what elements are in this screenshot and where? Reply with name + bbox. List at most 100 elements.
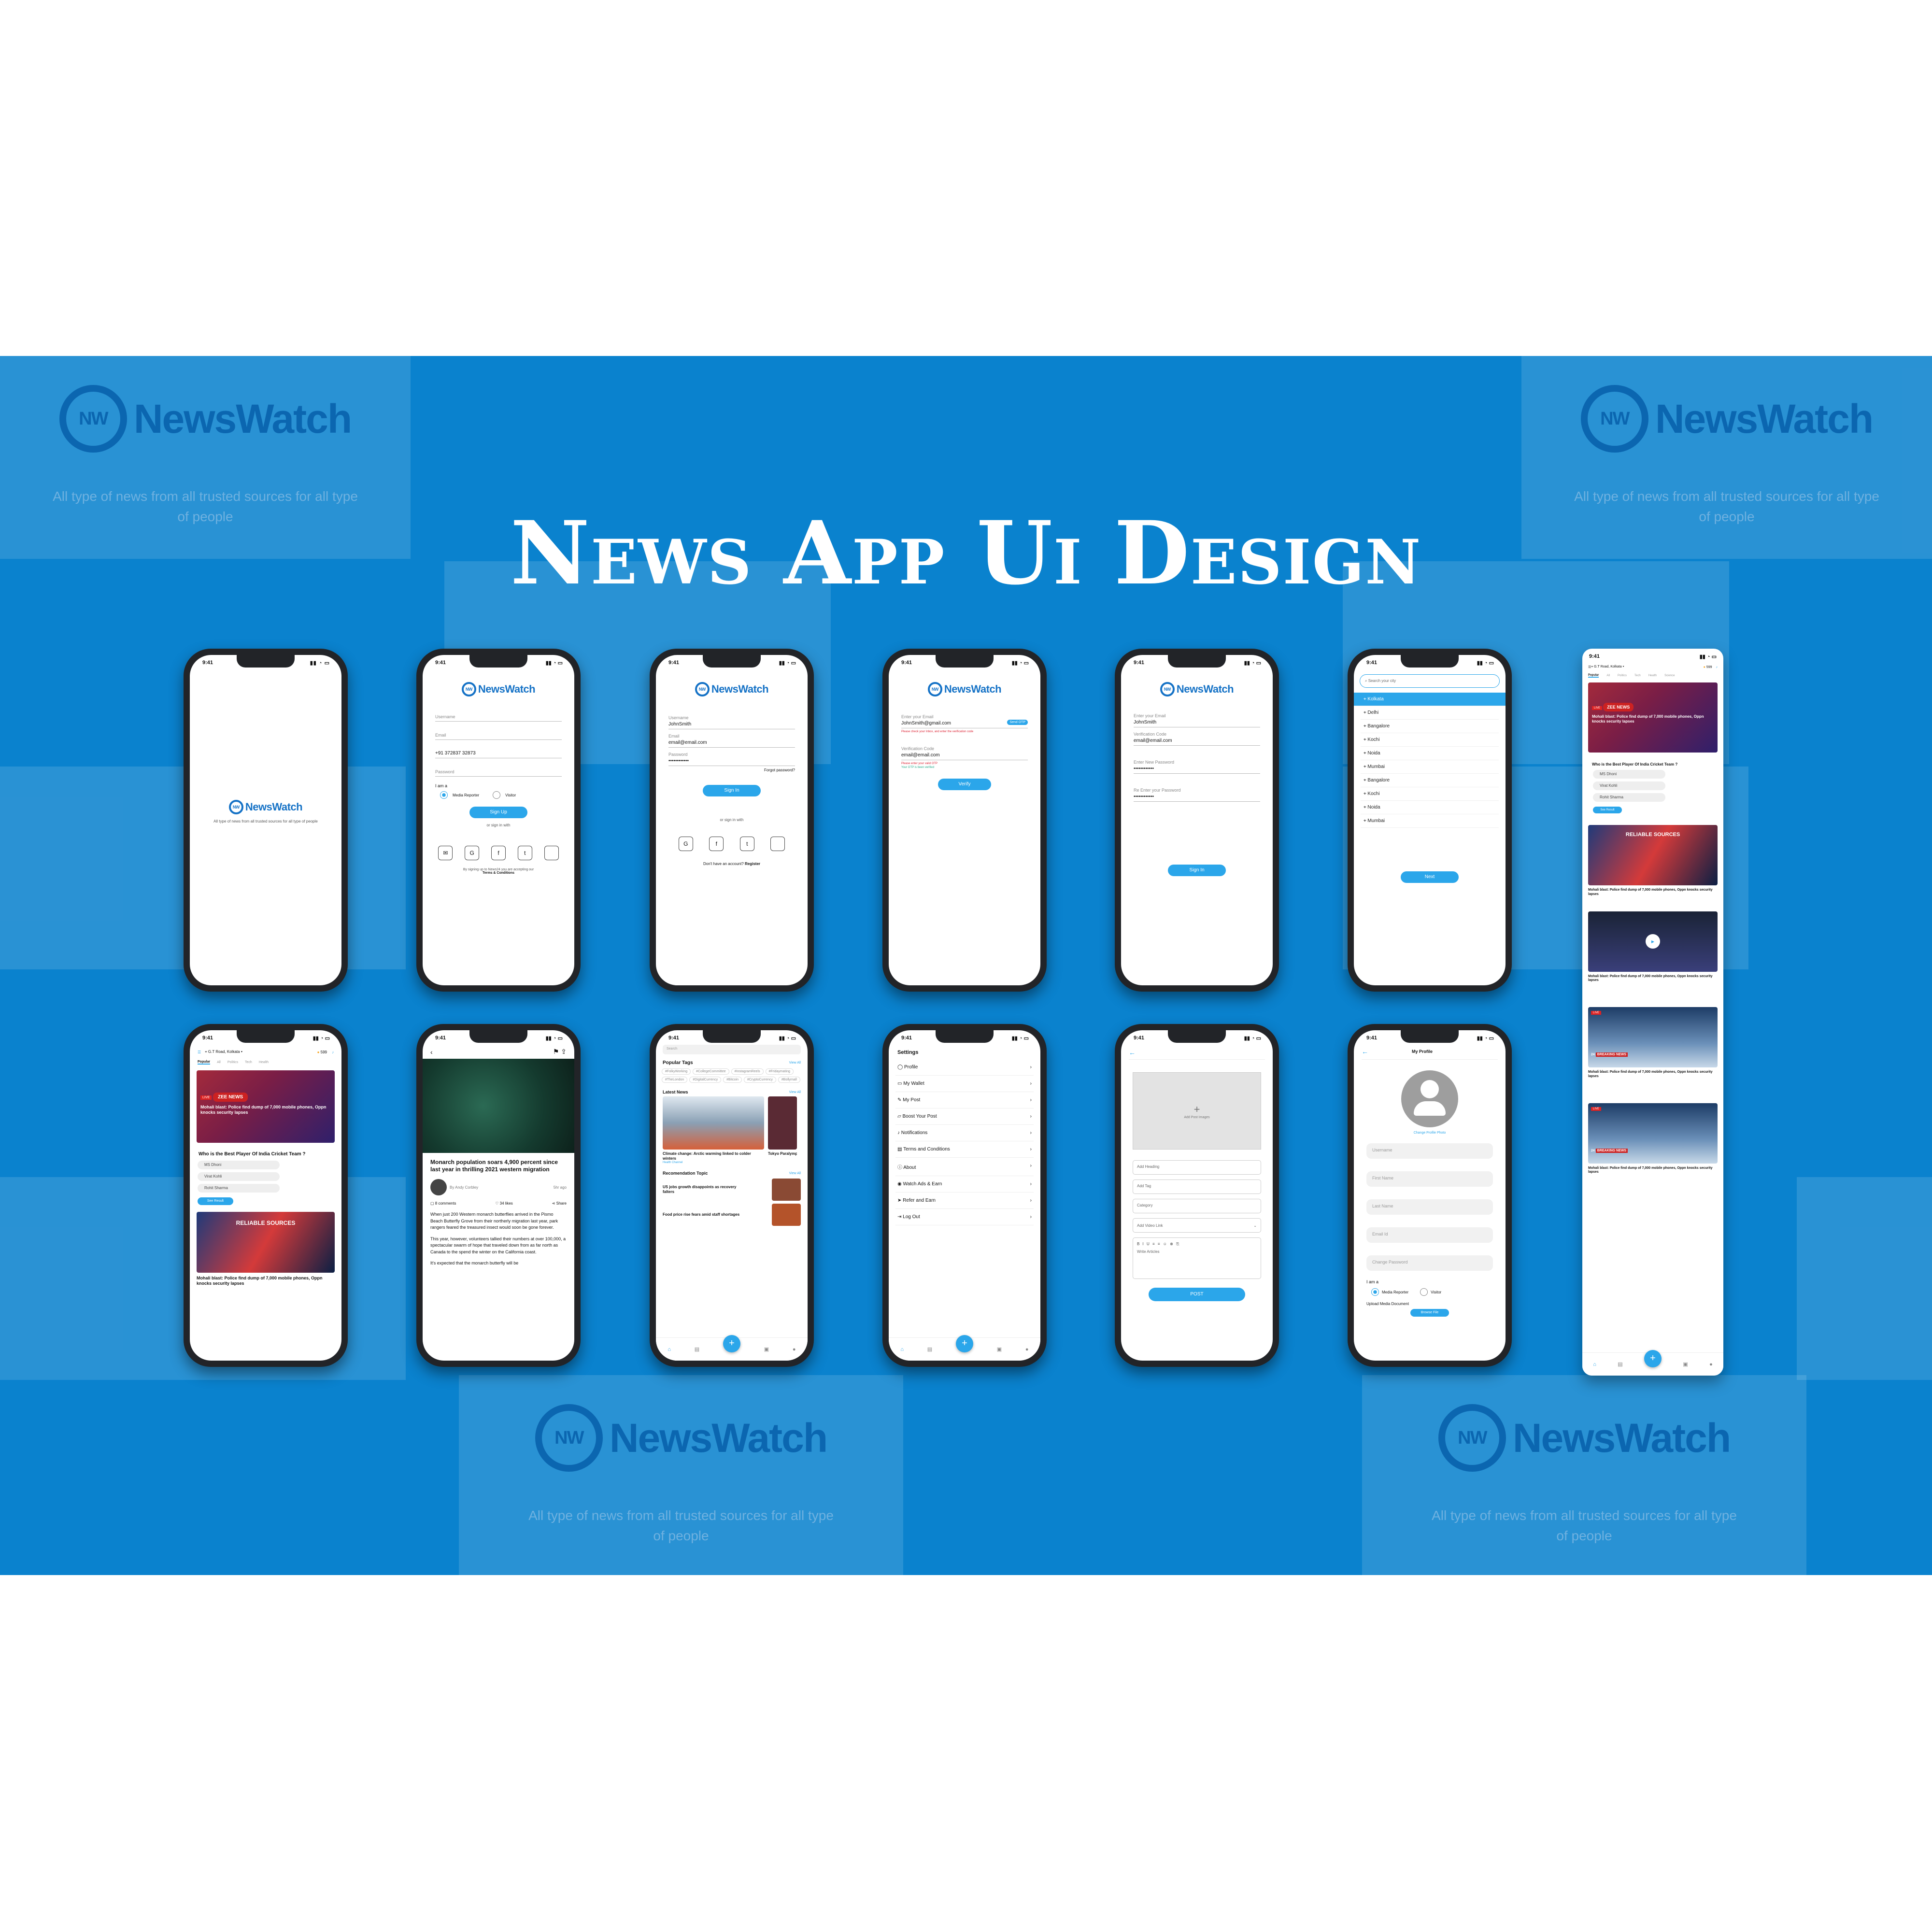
news-title[interactable]: Climate change: Arctic warming linked to… <box>663 1151 764 1161</box>
tab-all[interactable]: All <box>1606 674 1610 677</box>
view-all-link[interactable]: View All <box>789 1091 801 1094</box>
author-name[interactable]: By Andy Corbley <box>450 1185 478 1190</box>
password-field[interactable]: Password <box>435 758 562 777</box>
city-item[interactable]: ⌖ Kochi <box>1361 787 1499 801</box>
next-button[interactable]: Next <box>1401 871 1459 883</box>
tab-popular[interactable]: Popular <box>198 1060 211 1065</box>
back-icon[interactable]: ← <box>1362 1048 1368 1055</box>
tag-chip[interactable]: #CollegeCommittee <box>693 1068 729 1075</box>
avatar[interactable] <box>1401 1070 1458 1127</box>
news-image[interactable]: LIVE 24 BREAKING NEWS <box>1588 1007 1718 1067</box>
card-headline[interactable]: Mohali blast: Police find dump of 7,000 … <box>197 1276 335 1287</box>
twitter-icon[interactable]: t <box>739 837 754 851</box>
city-item[interactable]: ⌖ Bangalore <box>1361 720 1499 733</box>
tab-health[interactable]: Health <box>1648 674 1657 677</box>
see-result-button[interactable]: See Result <box>1593 807 1622 813</box>
settings-item-refer[interactable]: ➤ Refer and Earn › <box>895 1193 1034 1209</box>
facebook-icon[interactable]: f <box>709 837 724 851</box>
city-item[interactable]: ⌖ Mumbai <box>1361 814 1499 828</box>
settings-item-my-post[interactable]: ✎ My Post › <box>895 1092 1034 1108</box>
email-field[interactable]: Enter your Email JohnSmith <box>1134 709 1260 727</box>
tab-science[interactable]: Science <box>1664 674 1675 677</box>
tab-tech[interactable]: Tech <box>245 1061 252 1064</box>
location-label[interactable]: ⌖ G.T Road, Kolkata ▾ <box>1591 665 1624 669</box>
media-reporter-radio[interactable] <box>1371 1288 1379 1296</box>
forgot-password-link[interactable]: Forgot password? <box>668 768 795 772</box>
google-icon[interactable]: G <box>465 846 480 860</box>
news-image[interactable]: RELIABLE SOURCES <box>1588 825 1718 885</box>
settings-item-wallet[interactable]: ▭ My Wallet › <box>895 1076 1034 1092</box>
add-images-box[interactable]: + Add Post Images <box>1133 1072 1261 1150</box>
poll-option[interactable]: Rohit Sharma <box>1593 793 1665 802</box>
bell-icon[interactable]: ♪ <box>332 1050 334 1054</box>
tab-popular[interactable]: Popular <box>1588 674 1599 678</box>
tab-politics[interactable]: Politics <box>1618 674 1627 677</box>
tab-all[interactable]: All <box>217 1061 221 1064</box>
first-name-field[interactable]: First Name <box>1366 1171 1493 1187</box>
email-field[interactable]: Email Id <box>1366 1227 1493 1243</box>
video-thumbnail[interactable]: ▶ <box>1588 911 1718 972</box>
city-item[interactable]: ⌖ Kochi <box>1361 733 1499 747</box>
verify-button[interactable]: Verify <box>938 779 991 790</box>
visitor-radio[interactable] <box>1420 1288 1428 1296</box>
visitor-radio[interactable] <box>493 791 501 799</box>
tag-chip[interactable]: #FolkyWorking <box>662 1068 691 1075</box>
map-icon[interactable]: ▤ <box>695 1346 699 1352</box>
add-post-button[interactable]: + <box>723 1335 740 1352</box>
poll-option[interactable]: Rohit Sharma <box>198 1183 280 1193</box>
avatar[interactable] <box>430 1179 447 1195</box>
news-image[interactable]: LIVE 24 BREAKING NEWS <box>1588 1103 1718 1164</box>
home-icon[interactable]: ⌂ <box>900 1347 904 1352</box>
city-search-input[interactable]: ⌕ Search your city <box>1360 674 1500 688</box>
bell-icon[interactable]: ♪ <box>1716 666 1718 669</box>
tag-chip[interactable]: #DigitalCurrency <box>689 1077 722 1083</box>
city-item[interactable]: ⌖ Kolkata <box>1354 693 1506 706</box>
mail-icon[interactable]: ✉ <box>438 846 453 860</box>
live-news-card[interactable]: LIVE ZEE NEWS Mohali blast: Police find … <box>1588 682 1718 753</box>
send-otp-button[interactable]: Send OTP <box>1007 720 1028 725</box>
register-link[interactable]: Register <box>745 862 760 866</box>
article-editor[interactable]: B I U ≡ ≡ ☺ ⊕ ⎘ Write Articles <box>1133 1237 1261 1279</box>
card-headline[interactable]: Mohali blast: Police find dump of 7,000 … <box>1588 975 1718 983</box>
tag-chip[interactable]: #Bitcoin <box>723 1077 742 1083</box>
username-field[interactable]: Username JohnSmith <box>668 711 795 729</box>
terms-link[interactable]: Terms & Conditions <box>423 871 574 875</box>
poll-option[interactable]: MS Dhoni <box>198 1160 280 1169</box>
apple-icon[interactable] <box>544 846 559 860</box>
news-image[interactable] <box>663 1096 764 1150</box>
likes-button[interactable]: ♡ 34 likes <box>495 1201 513 1206</box>
post-button[interactable]: POST <box>1149 1288 1245 1301</box>
tag-chip[interactable]: #CryptoCurrency <box>743 1077 776 1083</box>
live-news-card[interactable]: LIVE ZEE NEWS Mohali blast: Police find … <box>197 1070 335 1143</box>
phone-field[interactable]: +91 372837 32873 <box>435 740 562 758</box>
profile-icon[interactable]: ● <box>1709 1362 1713 1367</box>
new-password-field[interactable]: Enter New Password •••••••••••• <box>1134 755 1260 774</box>
username-field[interactable]: Username <box>435 703 562 722</box>
tag-input[interactable]: Add Tag <box>1133 1179 1261 1194</box>
settings-item-logout[interactable]: ⇥ Log Out › <box>895 1209 1034 1225</box>
city-item[interactable]: ⌖ Noida <box>1361 801 1499 814</box>
reco-item[interactable]: US jobs growth disappoints as recovery f… <box>663 1179 801 1201</box>
signin-button[interactable]: Sign In <box>1168 865 1226 876</box>
news-title[interactable]: Tokyo Paralympics and pass 10 <box>768 1151 797 1156</box>
tag-chip[interactable]: #Bollymall <box>778 1077 800 1083</box>
add-post-button[interactable]: + <box>955 1335 973 1352</box>
location-label[interactable]: ⌖ G.T Road, Kolkata ▾ <box>205 1050 242 1054</box>
reco-item[interactable]: Food price rise fears amid staff shortag… <box>663 1204 801 1226</box>
chat-icon[interactable]: ▣ <box>997 1346 1002 1352</box>
settings-item-terms[interactable]: ▤ Terms and Conditions › <box>895 1141 1034 1158</box>
poll-option[interactable]: Virat Kohli <box>1593 781 1665 790</box>
search-input[interactable]: Search <box>663 1045 801 1054</box>
browse-file-button[interactable]: Browse File <box>1410 1309 1449 1317</box>
chat-icon[interactable]: ▣ <box>1683 1361 1688 1367</box>
settings-item-boost[interactable]: ▱ Boost Your Post › <box>895 1108 1034 1125</box>
facebook-icon[interactable]: f <box>491 846 506 860</box>
signup-button[interactable]: Sign Up <box>469 807 527 818</box>
email-field[interactable]: Email email@email.com <box>668 729 795 748</box>
signin-button[interactable]: Sign In <box>703 785 761 796</box>
menu-icon[interactable]: ☰ <box>198 1050 201 1054</box>
settings-item-watch-ads[interactable]: ◉ Watch Ads & Earn › <box>895 1176 1034 1193</box>
heading-input[interactable]: Add Heading <box>1133 1160 1261 1175</box>
share-icon[interactable]: ⇪ <box>561 1048 567 1055</box>
poll-option[interactable]: MS Dhoni <box>1593 770 1665 779</box>
